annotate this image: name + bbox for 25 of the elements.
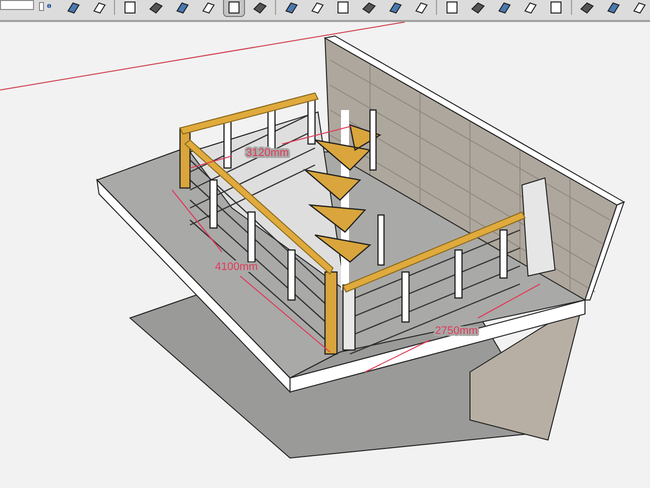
tool-icon — [148, 0, 164, 15]
tool-icon — [174, 0, 190, 15]
tool-icon — [283, 0, 299, 15]
tool-icon — [361, 0, 377, 15]
tool-icon — [548, 0, 564, 15]
tool-icon — [226, 0, 242, 15]
toolbar-button[interactable] — [223, 0, 245, 17]
tool-icon — [387, 0, 403, 15]
tool-icon — [444, 0, 460, 15]
tool-icon — [335, 0, 351, 15]
layer-field[interactable] — [0, 0, 34, 10]
tool-icon — [200, 0, 216, 15]
tool-icon — [579, 0, 595, 15]
tool-icon — [65, 0, 81, 15]
tool-icon — [470, 0, 486, 15]
tool-icon — [413, 0, 429, 15]
checkbox[interactable] — [39, 2, 44, 10]
tool-icon — [309, 0, 325, 15]
tool-icon — [496, 0, 512, 15]
tool-icon — [252, 0, 268, 15]
tool-icon — [605, 0, 621, 15]
tool-icon — [122, 0, 138, 15]
tool-icon — [522, 0, 538, 15]
tool-icon — [91, 0, 107, 15]
tool-icon — [631, 0, 647, 15]
